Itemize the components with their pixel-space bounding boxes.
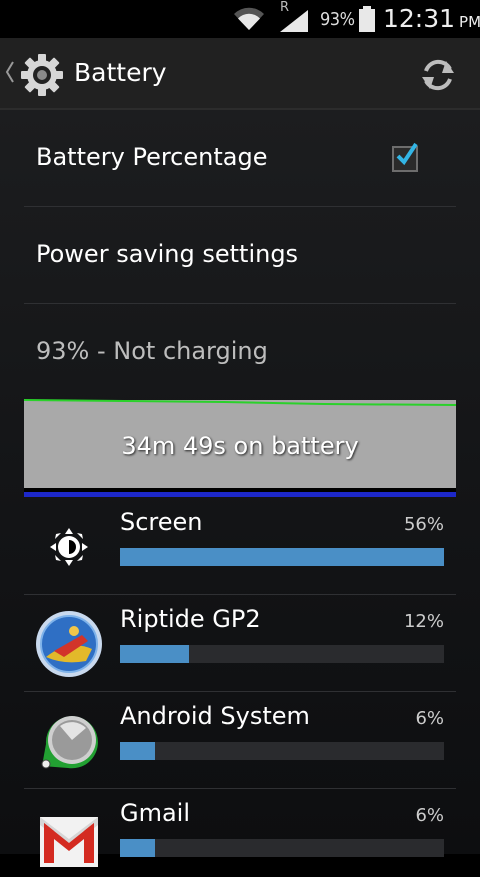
battery-icon: [358, 5, 376, 37]
clock: 12:31 PM: [383, 4, 480, 33]
battery-percentage-setting[interactable]: Battery Percentage: [24, 110, 456, 207]
battery-history-graph[interactable]: 34m 49s on battery: [24, 399, 456, 488]
refresh-icon[interactable]: [418, 55, 458, 99]
usage-item-gmail[interactable]: Gmail 6%: [24, 789, 456, 867]
battery-percentage-checkbox[interactable]: [392, 142, 418, 172]
action-bar: Battery: [0, 38, 480, 110]
usage-percent: 6%: [415, 708, 444, 729]
usage-item-android-system[interactable]: Android System 6%: [24, 692, 456, 789]
usage-bar-fill: [120, 742, 155, 760]
wifi-icon: [232, 6, 266, 36]
battery-content: Battery Percentage Power saving settings…: [0, 110, 480, 867]
battery-percent: 93%: [320, 9, 355, 30]
usage-item-riptide[interactable]: Riptide GP2 12%: [24, 595, 456, 692]
usage-bar-track: [120, 839, 444, 857]
riptide-app-icon: [34, 609, 104, 679]
power-saving-settings-item[interactable]: Power saving settings: [24, 207, 456, 304]
gmail-icon: [34, 803, 104, 873]
usage-name: Gmail: [120, 799, 191, 827]
battery-status-row: 93% - Not charging: [24, 304, 456, 401]
usage-bar-fill: [120, 839, 155, 857]
usage-bar-track: [120, 742, 444, 760]
page-title: Battery: [74, 58, 167, 87]
battery-level-line: [24, 399, 456, 406]
usage-name: Riptide GP2: [120, 605, 261, 633]
back-chevron-icon[interactable]: [5, 60, 15, 89]
brightness-icon: [34, 512, 104, 582]
usage-percent: 6%: [415, 805, 444, 826]
usage-bar-track: [120, 645, 444, 663]
graph-activity-bar: [24, 492, 456, 497]
usage-percent: 56%: [403, 514, 444, 535]
android-system-icon: [34, 706, 104, 776]
graph-duration-label: 34m 49s on battery: [121, 432, 359, 460]
settings-gear-icon[interactable]: [18, 51, 66, 103]
usage-item-screen[interactable]: Screen 56%: [24, 498, 456, 595]
clock-ampm: PM: [459, 13, 480, 31]
battery-status-text: 93% - Not charging: [36, 337, 268, 365]
usage-percent: 12%: [403, 611, 444, 632]
usage-bar-track: [120, 548, 444, 566]
clock-time: 12:31: [383, 4, 456, 33]
power-saving-settings-label: Power saving settings: [36, 240, 299, 268]
usage-bar-fill: [120, 548, 444, 566]
status-bar: R 93% 12:31 PM: [0, 0, 480, 38]
signal-strength-icon: [278, 6, 312, 36]
usage-name: Screen: [120, 508, 203, 536]
usage-bar-fill: [120, 645, 190, 663]
usage-name: Android System: [120, 702, 310, 730]
battery-percentage-label: Battery Percentage: [36, 143, 268, 171]
